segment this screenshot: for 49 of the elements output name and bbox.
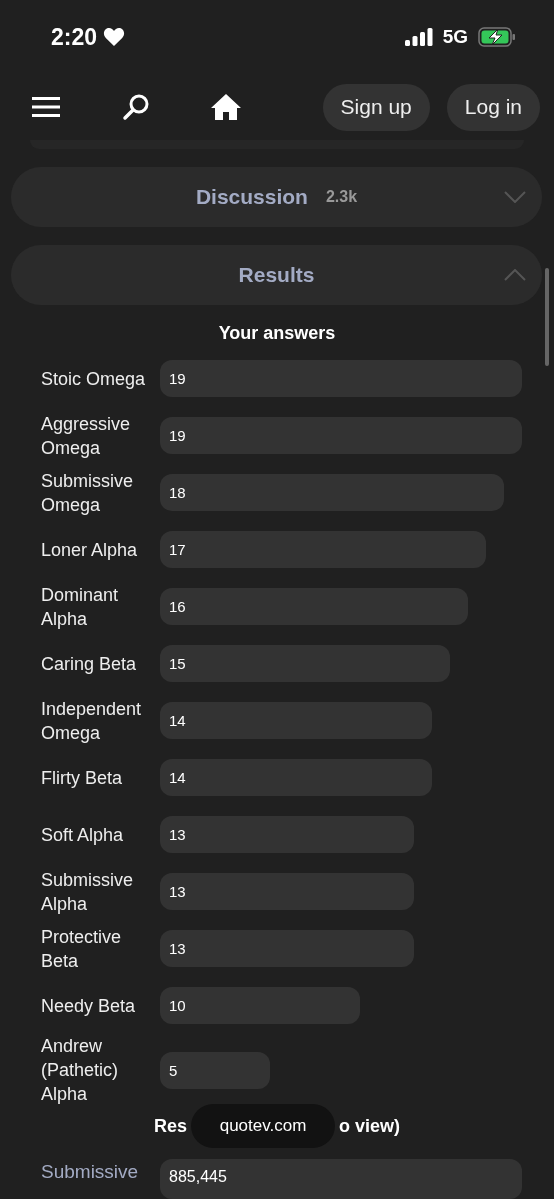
answer-bar: 13	[160, 873, 414, 910]
result-bar: 885,445	[160, 1158, 522, 1199]
home-icon[interactable]	[210, 93, 242, 121]
answer-bar: 14	[160, 702, 432, 739]
answer-bar: 13	[160, 930, 414, 967]
answer-bar: 10	[160, 987, 360, 1024]
network-label: 5G	[442, 26, 468, 48]
answer-bar: 5	[160, 1051, 270, 1089]
section-header[interactable]: Discussion 2.3k	[11, 167, 542, 227]
menu-icon[interactable]	[32, 96, 60, 118]
search-icon[interactable]	[122, 93, 150, 121]
answer-label: Stoic Omega	[41, 367, 147, 391]
auth-button[interactable]: Log in	[446, 83, 540, 131]
answer-bar: 15	[160, 645, 450, 682]
answer-label: Submissive Alpha	[41, 868, 135, 916]
chevron-down-icon	[504, 191, 526, 203]
status-time: 2:20	[51, 23, 98, 51]
auth-button[interactable]: Sign up	[322, 83, 430, 131]
answer-label: Submissive Omega	[41, 469, 135, 517]
answer-bar: 19	[160, 360, 522, 397]
section-title: Results	[238, 263, 315, 287]
answer-bar: 18	[160, 474, 504, 511]
answer-label: Protective Beta	[41, 925, 123, 973]
answer-label: Dominant Alpha	[41, 583, 120, 631]
answers-title: Your answers	[217, 323, 337, 344]
signal-icon	[404, 28, 433, 46]
section-count: 2.3k	[325, 188, 358, 206]
results-title: Res	[153, 1115, 187, 1137]
battery-charging-icon	[478, 27, 516, 47]
answer-bar: 19	[160, 417, 522, 454]
results-title: o view)	[339, 1115, 400, 1137]
answer-label: Caring Beta	[41, 652, 138, 676]
result-label: Submissive	[41, 1160, 140, 1184]
answer-label: Flirty Beta	[41, 766, 124, 790]
answer-label: Independent Omega	[41, 697, 143, 745]
answer-bar: 14	[160, 759, 432, 796]
answer-bar: 13	[160, 816, 414, 853]
answer-label: Aggressive Omega	[41, 412, 132, 460]
answer-bar: 17	[160, 531, 486, 568]
answer-label: Loner Alpha	[41, 538, 139, 562]
section-header[interactable]: Results	[11, 245, 542, 305]
section-title: Discussion	[195, 185, 308, 209]
answer-label: Andrew (Pathetic) Alpha	[41, 1035, 120, 1106]
answer-label: Needy Beta	[41, 994, 137, 1018]
answer-label: Soft Alpha	[41, 823, 125, 847]
answer-bar: 16	[160, 588, 468, 625]
chevron-up-icon	[504, 269, 526, 281]
heart-icon	[103, 27, 126, 47]
url-toast: quotev.com	[191, 1104, 335, 1148]
